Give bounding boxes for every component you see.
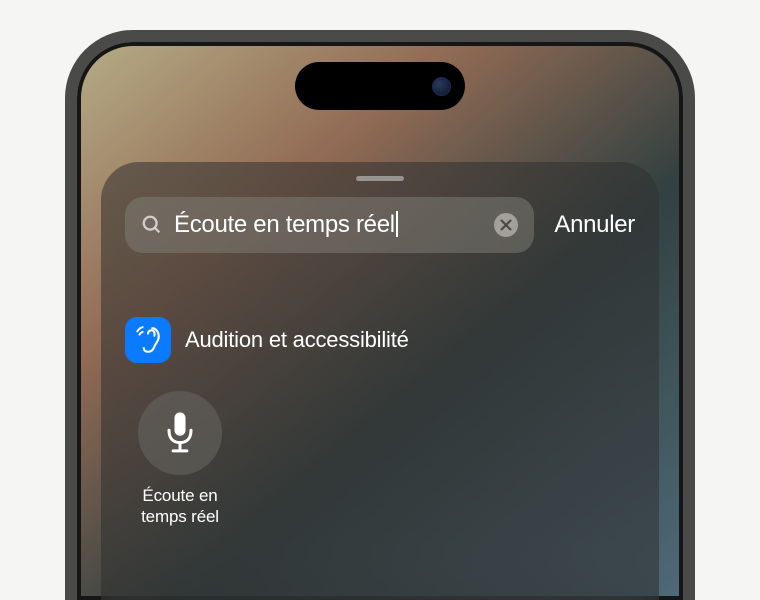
control-center-search-panel: Écoute en temps réel Annuler — [101, 162, 659, 600]
result-category-header[interactable]: Audition et accessibilité — [125, 317, 635, 363]
cancel-button[interactable]: Annuler — [554, 211, 635, 239]
close-icon — [500, 219, 512, 231]
hearing-accessibility-icon-box — [125, 317, 171, 363]
search-results: Audition et accessibilité Écoute entemps… — [125, 317, 635, 528]
control-label: Écoute entemps réel — [141, 485, 219, 528]
result-category-title: Audition et accessibilité — [185, 327, 409, 353]
ear-icon — [135, 325, 161, 355]
phone-frame: Écoute en temps réel Annuler — [65, 30, 695, 600]
live-listen-control[interactable]: Écoute entemps réel — [125, 391, 235, 528]
text-cursor — [396, 211, 399, 238]
panel-grabber[interactable] — [356, 176, 404, 181]
mic-icon — [163, 411, 197, 455]
control-circle — [138, 391, 222, 475]
dynamic-island — [295, 62, 465, 110]
search-query-text: Écoute en temps réel — [174, 211, 483, 240]
search-icon — [141, 214, 163, 236]
clear-search-button[interactable] — [494, 213, 518, 237]
search-row: Écoute en temps réel Annuler — [125, 197, 635, 253]
search-input[interactable]: Écoute en temps réel — [125, 197, 534, 253]
camera-dot — [432, 77, 451, 96]
